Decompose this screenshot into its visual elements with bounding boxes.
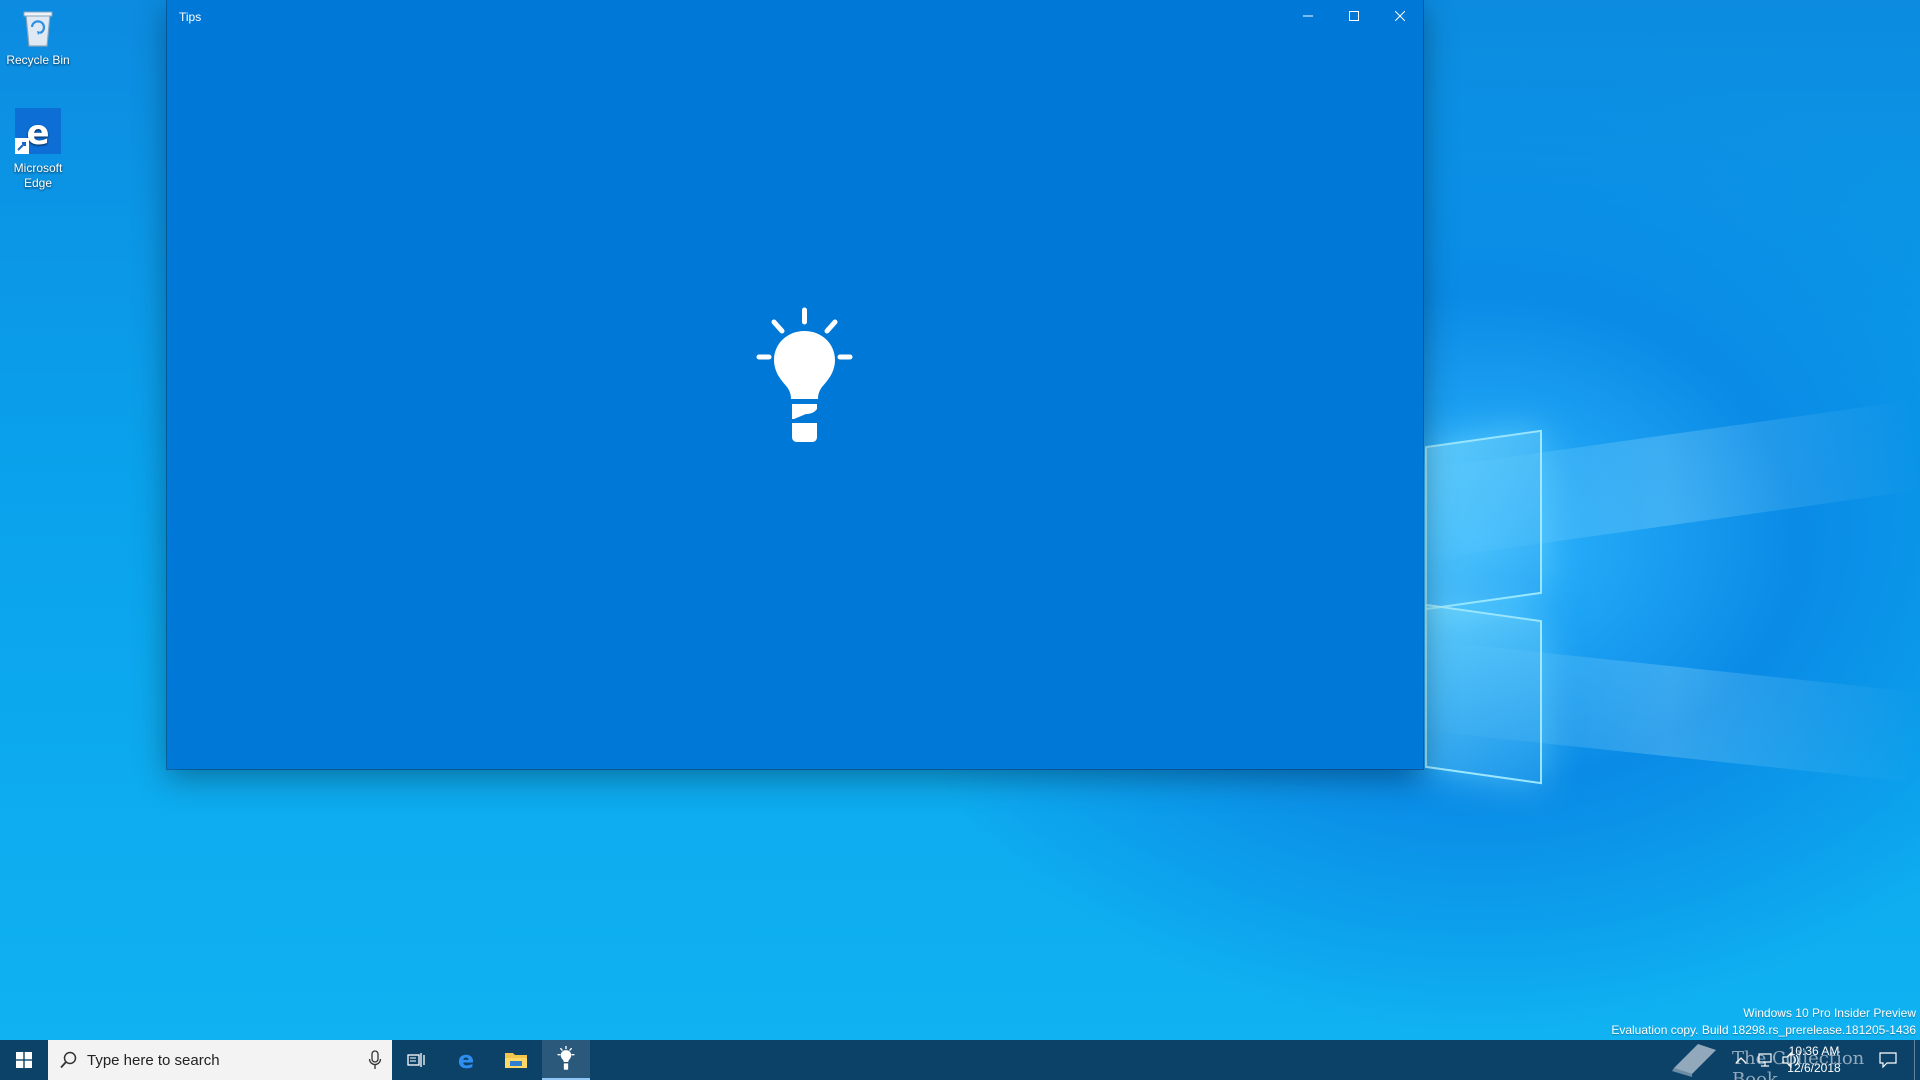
edge-icon: e [458, 1048, 474, 1072]
taskbar-tips-button[interactable] [542, 1040, 590, 1080]
maximize-button[interactable] [1331, 0, 1377, 32]
tips-window: Tips [167, 0, 1423, 769]
app-content [167, 32, 1423, 769]
title-bar[interactable]: Tips [167, 0, 1423, 32]
search-placeholder: Type here to search [87, 1052, 220, 1069]
close-icon [1395, 11, 1405, 21]
edge-icon: e [13, 108, 63, 158]
task-view-icon [407, 1053, 425, 1067]
taskbar-edge-button[interactable]: e [442, 1040, 490, 1080]
minimize-icon [1303, 15, 1313, 17]
maximize-icon [1349, 11, 1359, 21]
desktop-icon-recycle-bin[interactable]: Recycle Bin [0, 6, 76, 68]
search-icon [60, 1051, 77, 1069]
start-button[interactable] [0, 1040, 48, 1080]
recycle-bin-icon [16, 6, 60, 50]
lightbulb-icon [756, 307, 853, 442]
desktop-icon-label: Recycle Bin [6, 53, 70, 67]
svg-text:e: e [26, 113, 49, 153]
svg-text:e: e [458, 1048, 474, 1072]
close-button[interactable] [1377, 0, 1423, 32]
desktop: Recycle Bin e Microsoft Edge Tips Window… [0, 0, 1920, 1080]
brand-watermark-text: The Collection Book [1732, 1048, 1865, 1080]
desktop-icon-microsoft-edge[interactable]: e Microsoft Edge [0, 108, 76, 191]
taskbar-file-explorer-button[interactable] [492, 1040, 540, 1080]
desktop-icon-label: Microsoft Edge [13, 161, 63, 190]
show-desktop-button[interactable] [1914, 1040, 1920, 1080]
window-title: Tips [179, 10, 202, 24]
taskbar: Type here to search e 10:36 AM 12/6/2018 [0, 1040, 1920, 1080]
build-watermark: Windows 10 Pro Insider Preview Evaluatio… [1611, 1005, 1916, 1039]
microphone-icon[interactable] [368, 1050, 382, 1070]
file-explorer-icon [505, 1053, 527, 1068]
search-box[interactable]: Type here to search [48, 1040, 392, 1080]
watermark-edition: Windows 10 Pro Insider Preview [1743, 1006, 1916, 1020]
minimize-button[interactable] [1285, 0, 1331, 32]
windows-start-icon [16, 1052, 32, 1068]
tips-icon [557, 1046, 575, 1070]
task-view-button[interactable] [392, 1040, 440, 1080]
brand-watermark: The Collection Book [1668, 1036, 1908, 1080]
book-logo-icon [1672, 1044, 1716, 1077]
